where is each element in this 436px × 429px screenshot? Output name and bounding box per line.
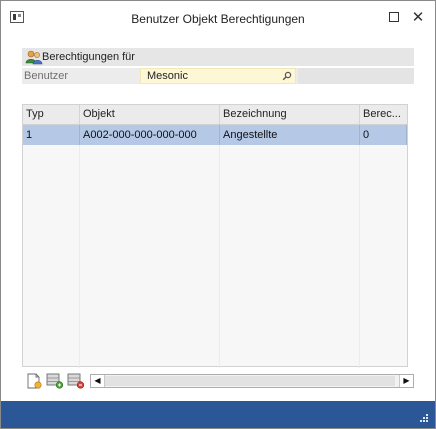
column-header-bezeichnung[interactable]: Bezeichnung bbox=[220, 105, 360, 124]
group-header: Berechtigungen für bbox=[22, 48, 414, 66]
grid-column-line bbox=[219, 145, 220, 368]
user-field-filler bbox=[298, 68, 414, 84]
group-title: Berechtigungen für bbox=[42, 51, 135, 63]
delete-record-icon[interactable] bbox=[67, 373, 85, 389]
user-field-row: Benutzer Mesonic bbox=[22, 68, 414, 84]
status-bar bbox=[1, 401, 435, 428]
title-bar[interactable]: Benutzer Objekt Berechtigungen ✕ bbox=[1, 1, 435, 35]
scroll-thumb[interactable] bbox=[105, 376, 395, 386]
dialog-window: Benutzer Objekt Berechtigungen ✕ Berecht… bbox=[0, 0, 436, 429]
cell-berechtigung[interactable]: 0 bbox=[360, 125, 407, 145]
user-input[interactable]: Mesonic bbox=[140, 68, 296, 84]
column-header-typ[interactable]: Typ bbox=[23, 105, 80, 124]
table-row[interactable]: 1 A002-000-000-000-000 Angestellte 0 bbox=[23, 125, 407, 145]
horizontal-scrollbar[interactable]: ◀ ▶ bbox=[90, 374, 414, 388]
permissions-grid: Typ Objekt Bezeichnung Berec... 1 A002-0… bbox=[22, 104, 408, 368]
window-title: Benutzer Objekt Berechtigungen bbox=[131, 12, 305, 26]
user-input-value: Mesonic bbox=[147, 70, 188, 82]
lookup-magnifier-icon[interactable] bbox=[282, 71, 292, 81]
grid-column-line bbox=[359, 145, 360, 368]
scroll-right-button[interactable]: ▶ bbox=[399, 375, 413, 387]
users-icon bbox=[25, 50, 43, 65]
cell-typ[interactable]: 1 bbox=[23, 125, 80, 145]
cell-objekt[interactable]: A002-000-000-000-000 bbox=[80, 125, 220, 145]
user-field-label: Benutzer bbox=[24, 70, 69, 82]
maximize-button[interactable] bbox=[383, 7, 405, 29]
grid-toolbar: ◀ ▶ bbox=[22, 371, 414, 391]
grid-column-line bbox=[79, 145, 80, 368]
resize-grip-icon[interactable] bbox=[420, 414, 428, 422]
new-record-icon[interactable] bbox=[25, 373, 43, 389]
close-button[interactable]: ✕ bbox=[407, 7, 429, 29]
grid-header: Typ Objekt Bezeichnung Berec... bbox=[23, 105, 407, 125]
maximize-icon bbox=[389, 12, 399, 23]
cell-bezeichnung[interactable]: Angestellte bbox=[220, 125, 360, 145]
column-header-berechtigung[interactable]: Berec... bbox=[360, 105, 407, 124]
scroll-left-button[interactable]: ◀ bbox=[91, 375, 105, 387]
add-record-icon[interactable] bbox=[46, 373, 64, 389]
column-header-objekt[interactable]: Objekt bbox=[80, 105, 220, 124]
